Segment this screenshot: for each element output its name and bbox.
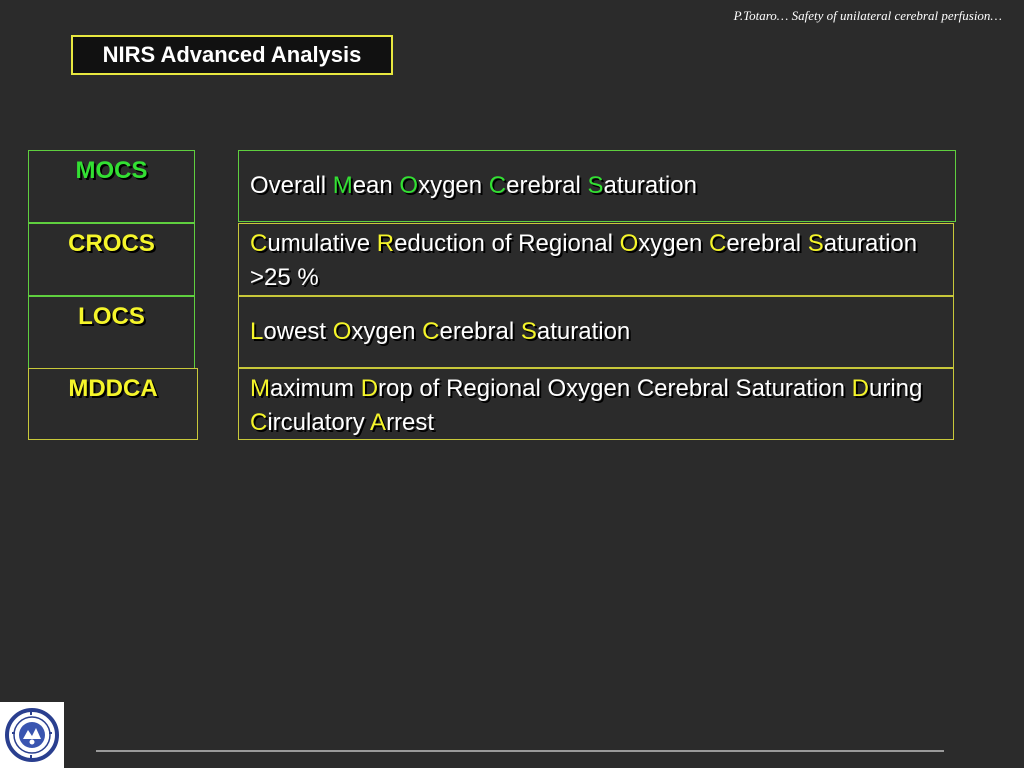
desc-segment: xygen — [351, 318, 423, 345]
highlight-initial: S — [520, 318, 537, 345]
desc-segment: erebral — [506, 172, 588, 199]
highlight-initial: O — [399, 172, 419, 199]
desc-segment: xygen — [638, 230, 709, 257]
highlight-initial: O — [332, 318, 352, 345]
abbr-cell-locs: LOCS — [28, 296, 195, 369]
desc-segment: irculatory — [267, 409, 371, 436]
highlight-initial: S — [807, 230, 824, 257]
desc-segment: aximum — [270, 375, 361, 402]
desc-segment: ean — [352, 172, 400, 199]
desc-segment: aturation — [603, 172, 697, 199]
highlight-initial: D — [360, 375, 379, 402]
highlight-initial: A — [370, 409, 387, 436]
desc-cell-mocs: Overall Mean Oxygen Cerebral Saturation — [238, 150, 956, 222]
desc-segment: aturation — [536, 318, 631, 345]
highlight-initial: S — [587, 172, 604, 199]
desc-segment: xygen — [418, 172, 489, 199]
abbr-cell-crocs: CROCS — [28, 223, 195, 296]
desc-cell-locs: Lowest Oxygen Cerebral Saturation — [238, 296, 954, 368]
slide-title: NIRS Advanced Analysis — [71, 35, 393, 75]
desc-segment: umulative — [267, 230, 377, 257]
desc-segment: erebral — [439, 318, 521, 345]
desc-cell-crocs: Cumulative Reduction of Regional Oxygen … — [238, 223, 954, 296]
desc-cell-mddca: Maximum Drop of Regional Oxygen Cerebral… — [238, 368, 954, 440]
highlight-initial: D — [851, 375, 869, 402]
desc-segment: owest — [263, 318, 333, 345]
desc-segment: eduction of Regional — [394, 230, 620, 257]
abbr-cell-mddca: MDDCA — [28, 368, 198, 440]
abbr-text: CROCS — [68, 230, 155, 257]
desc-text: Cumulative Reduction of Regional Oxygen … — [250, 230, 917, 291]
highlight-initial: L — [250, 318, 264, 345]
highlight-initial: M — [250, 375, 270, 402]
abbr-text: MDDCA — [68, 375, 158, 402]
desc-segment: erebral — [726, 230, 808, 257]
highlight-initial: C — [708, 230, 727, 257]
header-credit: P.Totaro… Safety of unilateral cerebral … — [733, 8, 1002, 23]
desc-segment: rrest — [386, 409, 435, 436]
abbr-cell-mocs: MOCS — [28, 150, 195, 223]
desc-text: Lowest Oxygen Cerebral Saturation — [250, 315, 630, 349]
highlight-initial: C — [422, 318, 440, 345]
highlight-initial: C — [250, 409, 268, 436]
desc-segment: Overall — [250, 172, 333, 199]
abbr-text: LOCS — [78, 303, 145, 330]
desc-text: Maximum Drop of Regional Oxygen Cerebral… — [250, 375, 922, 436]
highlight-initial: M — [332, 172, 353, 199]
university-seal-icon — [0, 702, 64, 768]
highlight-initial: R — [376, 230, 395, 257]
highlight-initial: C — [250, 230, 268, 257]
highlight-initial: C — [488, 172, 507, 199]
abbr-text: MOCS — [75, 157, 148, 184]
highlight-initial: O — [619, 230, 639, 257]
footer-rule — [96, 750, 944, 752]
desc-segment: uring — [868, 375, 923, 402]
desc-text: Overall Mean Oxygen Cerebral Saturation — [250, 169, 697, 203]
desc-segment: rop of Regional Oxygen Cerebral Saturati… — [378, 375, 852, 402]
